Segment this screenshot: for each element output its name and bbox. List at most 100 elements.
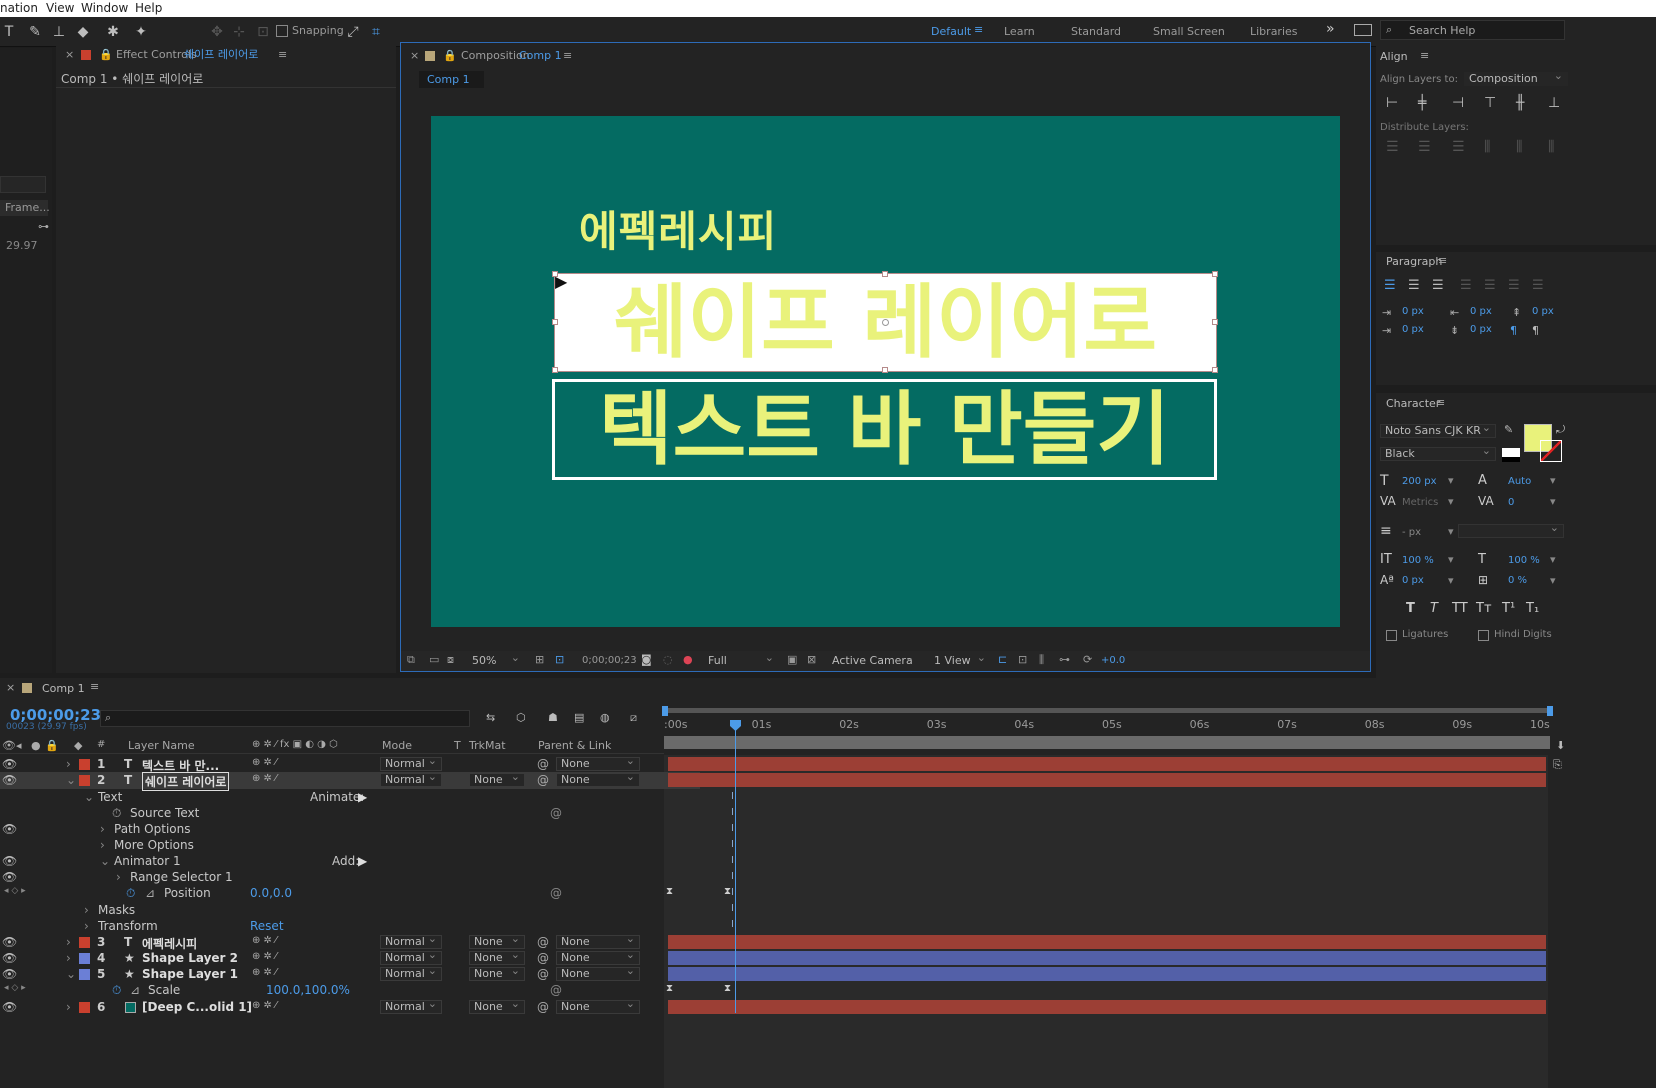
puppet-pin-icon[interactable]: ✦	[132, 23, 150, 41]
camera-dropdown[interactable]: Active Camera	[827, 652, 919, 668]
roto-brush-icon[interactable]: ✱	[104, 23, 122, 41]
layer-name[interactable]: Shape Layer 2	[142, 951, 238, 965]
twirl-open-icon[interactable]: ⌄	[66, 773, 76, 787]
property-row[interactable]: Position ◂ ◇ ▸ ⏱ ⊿ 0.0,0.0 @ ⧗ ⧗	[0, 885, 731, 902]
blend-mode-dropdown[interactable]: Normal	[380, 965, 442, 981]
scale-value[interactable]: 100.0,100.0%	[266, 983, 350, 997]
resolution-dropdown[interactable]: Full	[703, 652, 779, 668]
show-snapshot-icon[interactable]: ◌	[663, 653, 673, 666]
work-area-end[interactable]	[1547, 706, 1553, 716]
transform-handle[interactable]	[882, 367, 888, 373]
clone-stamp-icon[interactable]: ⊥	[50, 23, 68, 41]
layer-switches-icon[interactable]: ⊕ ✲ ⁄	[252, 935, 277, 946]
keyframe-nav-icon[interactable]: ◂ ◇ ▸	[4, 983, 26, 993]
property-row[interactable]: ⌄ Animator 1 👁 Add: ▶	[0, 853, 700, 870]
pixel-aspect-icon[interactable]: ⊏	[998, 653, 1007, 666]
work-area-bar[interactable]	[664, 708, 1552, 713]
align-text-left-icon[interactable]: ☰	[1384, 278, 1396, 293]
timeline-icon[interactable]: ⫼	[1039, 653, 1044, 667]
layer-switches-icon[interactable]: ⊕ ✲ ⁄	[252, 757, 277, 768]
space-after-value[interactable]: 0 px	[1470, 324, 1492, 335]
stopwatch-active-icon[interactable]: ⏱	[126, 886, 135, 901]
workspace-edit-icon[interactable]	[1354, 24, 1372, 36]
tab-comp-1[interactable]: Comp 1	[419, 71, 484, 88]
snapping-checkbox[interactable]	[276, 25, 288, 37]
leading-value[interactable]: Auto	[1508, 476, 1531, 487]
panel-menu-icon[interactable]: ≡	[563, 46, 572, 66]
video-switch-icon[interactable]: 👁	[2, 739, 16, 752]
layer-switches-icon[interactable]: ⊕ ✲ ⁄	[252, 1000, 277, 1011]
stroke-color-swatch[interactable]	[1540, 440, 1562, 462]
stopwatch-active-icon[interactable]: ⏱	[112, 983, 121, 998]
distribute-right-icon[interactable]: ⫼	[1548, 139, 1554, 155]
align-right-icon[interactable]: ⊣	[1452, 95, 1464, 111]
parent-dropdown[interactable]: None	[556, 949, 640, 965]
timeline-search-field[interactable]: ⌕	[100, 710, 470, 727]
twirl-open-icon[interactable]: ⌄	[84, 790, 94, 804]
eye-icon[interactable]: 👁	[2, 935, 17, 949]
layer-label-color[interactable]	[79, 953, 90, 964]
swap-colors-icon[interactable]: ⤾	[1556, 423, 1565, 437]
twirl-closed-icon[interactable]: ›	[84, 903, 89, 917]
pickwhip-icon[interactable]: @	[550, 806, 562, 820]
transform-handle[interactable]	[1212, 319, 1218, 325]
pickwhip-icon[interactable]: @	[537, 1000, 549, 1014]
pickwhip-icon[interactable]: @	[550, 886, 562, 900]
workspace-learn[interactable]: Learn	[1004, 25, 1035, 38]
property-row[interactable]: Scale ◂ ◇ ▸ ⏱ ⊿ 100.0,100.0% @ ⧗ ⧗	[0, 982, 731, 999]
layer-row[interactable]: 👁 › 6 [Deep C...olid 1] ⊕ ✲ ⁄ Normal Non…	[0, 998, 700, 1016]
blend-mode-dropdown[interactable]: Normal	[380, 933, 442, 949]
comp-end-marker-icon[interactable]: ⬇	[1556, 739, 1565, 752]
stroke-style-dropdown[interactable]	[1458, 522, 1564, 538]
menu-window[interactable]: Window	[81, 0, 128, 16]
panel-menu-icon[interactable]: ≡	[278, 45, 287, 65]
property-row[interactable]: › Masks	[0, 902, 700, 919]
align-text-right-icon[interactable]: ☰	[1432, 278, 1444, 293]
align-vcenter-icon[interactable]: ╫	[1516, 95, 1524, 111]
comp-mini-flowchart-icon[interactable]: ⇆	[486, 711, 495, 724]
exposure-value[interactable]: +0.0	[1101, 655, 1125, 666]
panel-menu-icon[interactable]: ≡	[1438, 254, 1447, 267]
faux-bold-icon[interactable]: T	[1406, 601, 1415, 616]
always-preview-icon[interactable]: ⧉	[407, 653, 415, 667]
property-label[interactable]: Position	[164, 886, 211, 900]
layer-label-color[interactable]	[79, 775, 90, 786]
property-label[interactable]: Range Selector 1	[130, 870, 233, 884]
indent-left-value[interactable]: 0 px	[1402, 306, 1424, 317]
horizontal-scale-caret-icon[interactable]: ▾	[1550, 553, 1556, 566]
more-workspaces-icon[interactable]: »	[1326, 21, 1335, 37]
tracking-value[interactable]: 0	[1508, 497, 1514, 508]
trkmat-dropdown[interactable]: None	[469, 965, 525, 981]
footer-timecode[interactable]: 0;00;00;23	[582, 655, 637, 666]
distribute-hcenter-icon[interactable]: ⫼	[1516, 139, 1522, 155]
graph-editor-icon[interactable]: ⧄	[630, 711, 637, 725]
layer-switches-icon[interactable]: ⊕ ✲ ⁄	[252, 967, 277, 978]
vertical-scale-caret-icon[interactable]: ▾	[1448, 553, 1454, 566]
space-before-value[interactable]: 0 px	[1532, 306, 1554, 317]
trkmat-dropdown[interactable]: None	[469, 998, 525, 1014]
region-of-interest-icon[interactable]: ▣	[787, 653, 797, 666]
solo-switch-icon[interactable]: ●	[31, 739, 41, 752]
color-channels-icon[interactable]: ●	[683, 653, 693, 666]
add-label[interactable]: Add:	[332, 854, 359, 868]
property-row[interactable]: ⌄ Text Animate: ▶	[0, 789, 700, 806]
menu-view[interactable]: View	[46, 0, 74, 16]
font-size-caret-icon[interactable]: ▾	[1448, 474, 1454, 487]
property-row[interactable]: Source Text ⏱ @	[0, 805, 700, 822]
graph-icon[interactable]: ⊿	[145, 886, 155, 900]
tracking-caret-icon[interactable]: ▾	[1550, 495, 1556, 508]
layer-duration-bar[interactable]	[668, 951, 1546, 965]
eye-icon[interactable]: 👁	[2, 951, 17, 965]
add-menu-icon[interactable]: ▶	[358, 854, 367, 868]
layer-row[interactable]: 👁 ⌄ 5 ★ Shape Layer 1 ⊕ ✲ ⁄ Normal None …	[0, 965, 700, 983]
snap-features-icon[interactable]: ⌗	[367, 23, 385, 41]
time-ruler[interactable]: :00s 01s 02s 03s 04s 05s 06s 07s 08s 09s 10s	[664, 716, 1554, 736]
menu-animation[interactable]: nation	[0, 0, 38, 16]
switches-column-icon[interactable]: ⊕ ✲ ⁄ fx ▣ ◐ ◑ ⬡	[252, 739, 338, 750]
property-label[interactable]: Scale	[148, 983, 180, 997]
audio-switch-icon[interactable]: ◂	[16, 739, 22, 752]
vertical-scale-value[interactable]: 100 %	[1402, 555, 1434, 566]
transform-handle[interactable]	[1212, 271, 1218, 277]
keyframe-icon[interactable]: ⧗	[724, 886, 731, 897]
property-label[interactable]: Animator 1	[114, 854, 181, 868]
